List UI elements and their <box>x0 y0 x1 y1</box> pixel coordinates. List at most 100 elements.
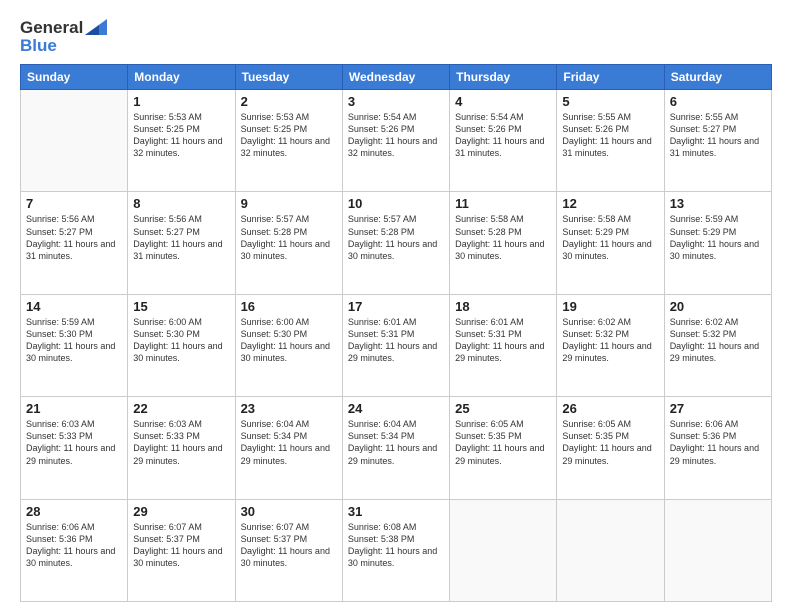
day-number: 22 <box>133 401 229 416</box>
day-cell: 3 Sunrise: 5:54 AMSunset: 5:26 PMDaylight… <box>342 90 449 192</box>
weekday-header-saturday: Saturday <box>664 65 771 90</box>
day-number: 20 <box>670 299 766 314</box>
day-cell: 13 Sunrise: 5:59 AMSunset: 5:29 PMDayligh… <box>664 192 771 294</box>
day-info: Sunrise: 6:07 AMSunset: 5:37 PMDaylight:… <box>241 521 337 570</box>
day-cell: 1 Sunrise: 5:53 AMSunset: 5:25 PMDaylight… <box>128 90 235 192</box>
day-info: Sunrise: 6:04 AMSunset: 5:34 PMDaylight:… <box>241 418 337 467</box>
page: General Blue SundayMondayTuesdayWednesda… <box>0 0 792 612</box>
day-number: 17 <box>348 299 444 314</box>
day-cell: 2 Sunrise: 5:53 AMSunset: 5:25 PMDaylight… <box>235 90 342 192</box>
day-info: Sunrise: 6:02 AMSunset: 5:32 PMDaylight:… <box>562 316 658 365</box>
day-number: 8 <box>133 196 229 211</box>
day-number: 31 <box>348 504 444 519</box>
week-row-4: 21 Sunrise: 6:03 AMSunset: 5:33 PMDayligh… <box>21 397 772 499</box>
day-info: Sunrise: 6:00 AMSunset: 5:30 PMDaylight:… <box>133 316 229 365</box>
day-cell: 23 Sunrise: 6:04 AMSunset: 5:34 PMDayligh… <box>235 397 342 499</box>
day-info: Sunrise: 6:05 AMSunset: 5:35 PMDaylight:… <box>455 418 551 467</box>
day-info: Sunrise: 6:05 AMSunset: 5:35 PMDaylight:… <box>562 418 658 467</box>
logo-general: General <box>20 18 83 38</box>
weekday-header-wednesday: Wednesday <box>342 65 449 90</box>
day-info: Sunrise: 6:06 AMSunset: 5:36 PMDaylight:… <box>670 418 766 467</box>
day-cell: 4 Sunrise: 5:54 AMSunset: 5:26 PMDaylight… <box>450 90 557 192</box>
weekday-header-monday: Monday <box>128 65 235 90</box>
day-cell: 20 Sunrise: 6:02 AMSunset: 5:32 PMDayligh… <box>664 294 771 396</box>
day-cell <box>450 499 557 601</box>
day-number: 29 <box>133 504 229 519</box>
day-number: 27 <box>670 401 766 416</box>
day-cell: 25 Sunrise: 6:05 AMSunset: 5:35 PMDayligh… <box>450 397 557 499</box>
day-cell <box>664 499 771 601</box>
day-number: 19 <box>562 299 658 314</box>
day-cell: 7Sunrise: 5:56 AMSunset: 5:27 PMDaylight… <box>21 192 128 294</box>
day-cell: 22 Sunrise: 6:03 AMSunset: 5:33 PMDayligh… <box>128 397 235 499</box>
weekday-header-sunday: Sunday <box>21 65 128 90</box>
day-info: Sunrise: 5:57 AMSunset: 5:28 PMDaylight:… <box>348 213 444 262</box>
day-info: Sunrise: 6:06 AMSunset: 5:36 PMDaylight:… <box>26 521 122 570</box>
day-info: Sunrise: 6:04 AMSunset: 5:34 PMDaylight:… <box>348 418 444 467</box>
day-info: Sunrise: 5:56 AMSunset: 5:27 PMDaylight:… <box>133 213 229 262</box>
weekday-header-tuesday: Tuesday <box>235 65 342 90</box>
day-number: 3 <box>348 94 444 109</box>
day-number: 9 <box>241 196 337 211</box>
day-cell: 24 Sunrise: 6:04 AMSunset: 5:34 PMDayligh… <box>342 397 449 499</box>
day-info: Sunrise: 5:59 AMSunset: 5:29 PMDaylight:… <box>670 213 766 262</box>
day-cell: 9 Sunrise: 5:57 AMSunset: 5:28 PMDaylight… <box>235 192 342 294</box>
day-info: Sunrise: 5:53 AMSunset: 5:25 PMDaylight:… <box>133 111 229 160</box>
day-number: 30 <box>241 504 337 519</box>
day-number: 25 <box>455 401 551 416</box>
weekday-header-friday: Friday <box>557 65 664 90</box>
day-info: Sunrise: 5:57 AMSunset: 5:28 PMDaylight:… <box>241 213 337 262</box>
day-cell: 26 Sunrise: 6:05 AMSunset: 5:35 PMDayligh… <box>557 397 664 499</box>
day-cell: 12Sunrise: 5:58 AMSunset: 5:29 PMDayligh… <box>557 192 664 294</box>
day-cell: 17 Sunrise: 6:01 AMSunset: 5:31 PMDayligh… <box>342 294 449 396</box>
day-info: Sunrise: 6:03 AMSunset: 5:33 PMDaylight:… <box>133 418 229 467</box>
day-cell: 10 Sunrise: 5:57 AMSunset: 5:28 PMDayligh… <box>342 192 449 294</box>
day-cell: 28 Sunrise: 6:06 AMSunset: 5:36 PMDayligh… <box>21 499 128 601</box>
day-info: Sunrise: 5:54 AMSunset: 5:26 PMDaylight:… <box>348 111 444 160</box>
day-info: Sunrise: 6:03 AMSunset: 5:33 PMDaylight:… <box>26 418 122 467</box>
day-cell: 15 Sunrise: 6:00 AMSunset: 5:30 PMDayligh… <box>128 294 235 396</box>
header: General Blue <box>20 18 772 56</box>
day-info: Sunrise: 6:01 AMSunset: 5:31 PMDaylight:… <box>455 316 551 365</box>
day-number: 26 <box>562 401 658 416</box>
day-cell <box>557 499 664 601</box>
day-number: 6 <box>670 94 766 109</box>
day-number: 7 <box>26 196 122 211</box>
day-info: Sunrise: 5:55 AMSunset: 5:27 PMDaylight:… <box>670 111 766 160</box>
day-cell: 14 Sunrise: 5:59 AMSunset: 5:30 PMDayligh… <box>21 294 128 396</box>
day-number: 10 <box>348 196 444 211</box>
day-number: 4 <box>455 94 551 109</box>
day-info: Sunrise: 6:07 AMSunset: 5:37 PMDaylight:… <box>133 521 229 570</box>
day-cell: 18Sunrise: 6:01 AMSunset: 5:31 PMDayligh… <box>450 294 557 396</box>
day-number: 11 <box>455 196 551 211</box>
day-number: 1 <box>133 94 229 109</box>
calendar-table: SundayMondayTuesdayWednesdayThursdayFrid… <box>20 64 772 602</box>
day-number: 13 <box>670 196 766 211</box>
day-number: 23 <box>241 401 337 416</box>
weekday-header-thursday: Thursday <box>450 65 557 90</box>
day-number: 5 <box>562 94 658 109</box>
day-info: Sunrise: 5:58 AMSunset: 5:29 PMDaylight:… <box>562 213 658 262</box>
day-number: 14 <box>26 299 122 314</box>
day-info: Sunrise: 6:02 AMSunset: 5:32 PMDaylight:… <box>670 316 766 365</box>
day-info: Sunrise: 5:55 AMSunset: 5:26 PMDaylight:… <box>562 111 658 160</box>
day-number: 24 <box>348 401 444 416</box>
day-cell: 6 Sunrise: 5:55 AMSunset: 5:27 PMDaylight… <box>664 90 771 192</box>
day-info: Sunrise: 5:59 AMSunset: 5:30 PMDaylight:… <box>26 316 122 365</box>
day-info: Sunrise: 6:08 AMSunset: 5:38 PMDaylight:… <box>348 521 444 570</box>
day-number: 2 <box>241 94 337 109</box>
logo-blue: Blue <box>20 36 57 56</box>
day-cell: 11 Sunrise: 5:58 AMSunset: 5:28 PMDayligh… <box>450 192 557 294</box>
day-info: Sunrise: 6:01 AMSunset: 5:31 PMDaylight:… <box>348 316 444 365</box>
day-cell: 21 Sunrise: 6:03 AMSunset: 5:33 PMDayligh… <box>21 397 128 499</box>
day-info: Sunrise: 5:53 AMSunset: 5:25 PMDaylight:… <box>241 111 337 160</box>
day-number: 28 <box>26 504 122 519</box>
week-row-3: 14 Sunrise: 5:59 AMSunset: 5:30 PMDayligh… <box>21 294 772 396</box>
day-number: 15 <box>133 299 229 314</box>
day-info: Sunrise: 5:54 AMSunset: 5:26 PMDaylight:… <box>455 111 551 160</box>
day-cell: 29 Sunrise: 6:07 AMSunset: 5:37 PMDayligh… <box>128 499 235 601</box>
day-number: 21 <box>26 401 122 416</box>
weekday-header-row: SundayMondayTuesdayWednesdayThursdayFrid… <box>21 65 772 90</box>
day-cell: 19 Sunrise: 6:02 AMSunset: 5:32 PMDayligh… <box>557 294 664 396</box>
day-info: Sunrise: 5:58 AMSunset: 5:28 PMDaylight:… <box>455 213 551 262</box>
